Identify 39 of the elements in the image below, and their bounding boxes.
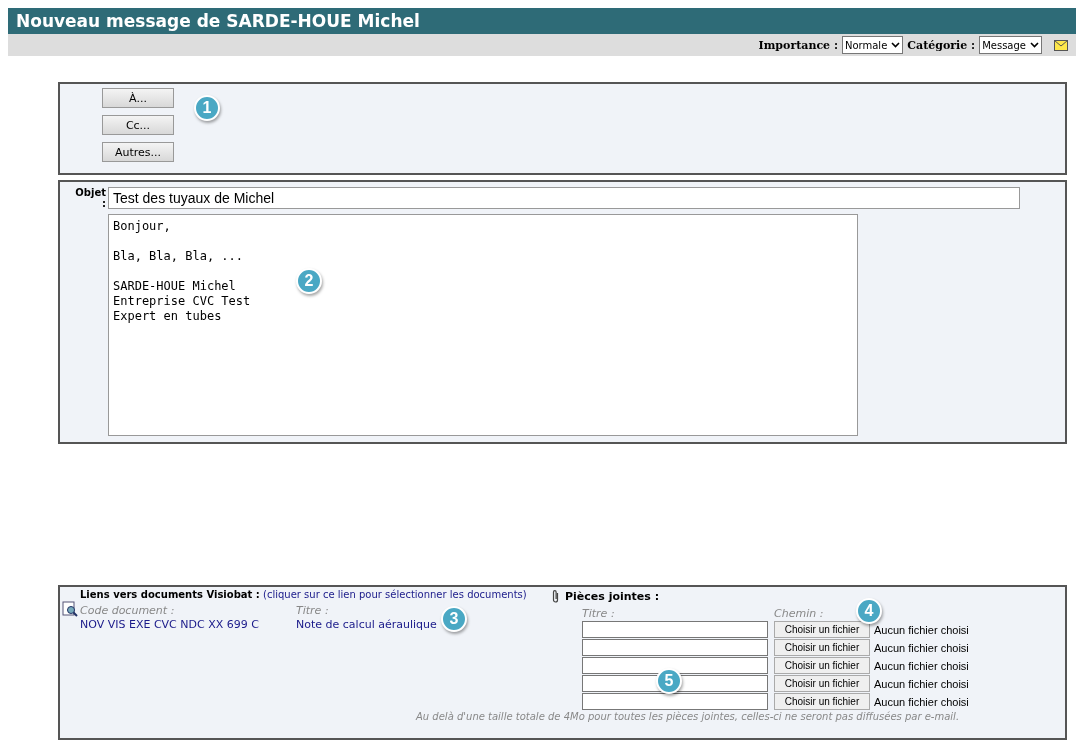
choose-file-button[interactable]: Choisir un fichier bbox=[774, 621, 870, 638]
caret-icon bbox=[1030, 42, 1039, 48]
recipient-button[interactable]: À... bbox=[102, 88, 174, 108]
paperclip-icon bbox=[552, 589, 559, 603]
column-header: Titre : bbox=[582, 607, 615, 620]
document-search-icon[interactable] bbox=[62, 601, 78, 617]
caret-icon bbox=[891, 42, 901, 48]
document-code[interactable]: NOV VIS EXE CVC NDC XX 699 C bbox=[80, 618, 296, 631]
attachment-title-field[interactable] bbox=[582, 621, 768, 638]
importance-label: Importance : bbox=[758, 38, 838, 52]
file-status: Aucun fichier choisi bbox=[874, 659, 969, 672]
column-header: Titre : bbox=[296, 604, 329, 617]
recipient-button[interactable]: Cc... bbox=[102, 115, 174, 135]
select-documents-link[interactable]: (cliquer sur ce lien pour sélectionner les documents) bbox=[263, 589, 527, 600]
column-header: Chemin : bbox=[774, 607, 824, 620]
category-label: Catégorie : bbox=[907, 38, 976, 52]
choose-file-button[interactable]: Choisir un fichier bbox=[774, 657, 870, 674]
column-header: Code document : bbox=[80, 604, 175, 617]
size-limit-note: Au delà d'une taille totale de 4Mo pour toutes les pièces jointes, celles-ci ne seront pas diffusées par e-mail. bbox=[416, 711, 961, 722]
recipient-button[interactable]: Autres... bbox=[102, 142, 174, 162]
choose-file-button[interactable]: Choisir un fichier bbox=[774, 639, 870, 656]
choose-file-button[interactable]: Choisir un fichier bbox=[774, 693, 870, 710]
choose-file-button[interactable]: Choisir un fichier bbox=[774, 675, 870, 692]
attachment-title-field[interactable] bbox=[582, 657, 768, 674]
attachment-title-field[interactable] bbox=[582, 693, 768, 710]
importance-dropdown[interactable]: Normale bbox=[841, 36, 904, 54]
subject-label: Objet : bbox=[74, 187, 106, 211]
window-title: Nouveau message de SARDE-HOUE Michel bbox=[8, 8, 1076, 34]
attachment-title-field[interactable] bbox=[582, 639, 768, 656]
attachments-title: Pièces jointes : bbox=[565, 589, 660, 603]
attachment-title-field[interactable] bbox=[582, 675, 768, 692]
envelope-icon[interactable] bbox=[1054, 39, 1068, 51]
file-status: Aucun fichier choisi bbox=[874, 641, 969, 654]
subject-field[interactable]: Test des tuyaux de Michel bbox=[108, 187, 1020, 209]
file-status: Aucun fichier choisi bbox=[874, 695, 969, 708]
file-status: Aucun fichier choisi bbox=[874, 677, 969, 690]
file-status: Aucun fichier choisi bbox=[874, 623, 969, 636]
category-dropdown[interactable]: Message bbox=[979, 36, 1042, 54]
documents-title: Liens vers documents Visiobat : bbox=[80, 589, 260, 600]
